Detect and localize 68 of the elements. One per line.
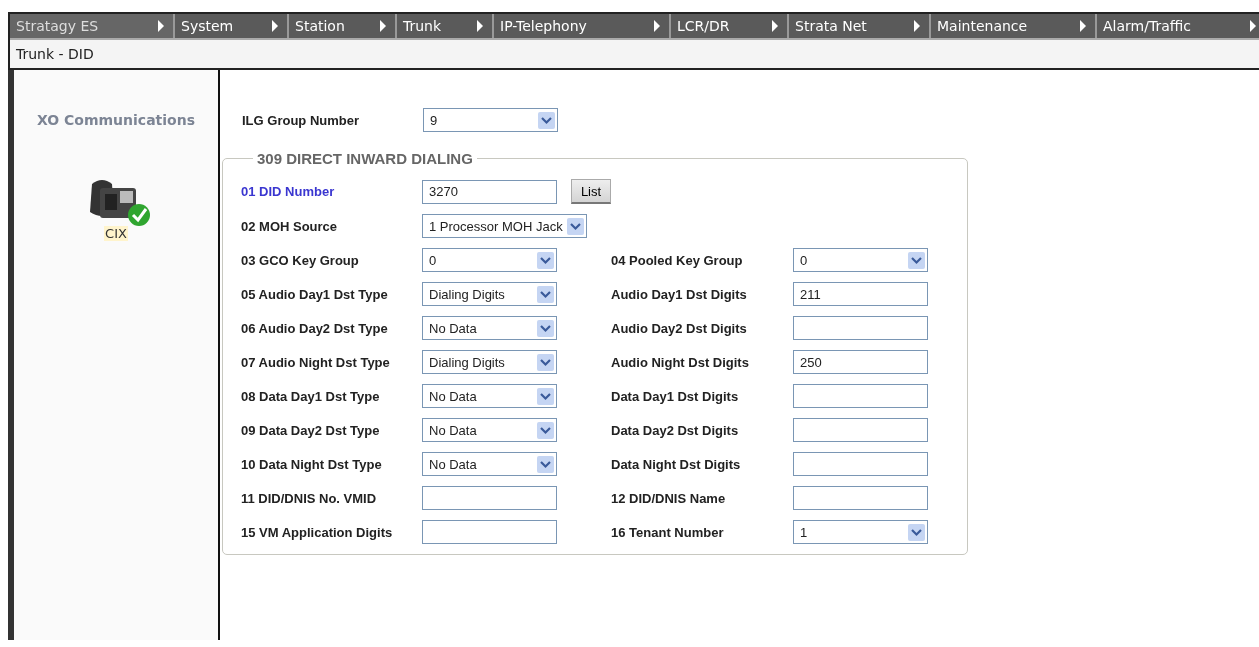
- menu-item[interactable]: Stratagy ES: [10, 14, 175, 38]
- dropdown-icon: [908, 251, 925, 269]
- dropdown-icon: [537, 421, 554, 439]
- breadcrumb: Trunk - DID: [16, 46, 94, 62]
- select-field[interactable]: Dialing Digits: [422, 282, 557, 306]
- input-field[interactable]: [793, 486, 928, 510]
- input-field[interactable]: [793, 418, 928, 442]
- select-field[interactable]: No Data: [422, 452, 557, 476]
- arrow-right-icon: [653, 20, 661, 32]
- field-label: Audio Day2 Dst Digits: [611, 320, 748, 336]
- arrow-right-icon: [271, 20, 279, 32]
- field-label: 08 Data Day1 Dst Type: [241, 388, 381, 404]
- dropdown-icon: [537, 353, 554, 371]
- dropdown-icon: [537, 455, 554, 473]
- field-label: 16 Tenant Number: [611, 524, 725, 540]
- arrow-right-icon: [157, 20, 165, 32]
- select-field[interactable]: 0: [422, 248, 557, 272]
- select-field[interactable]: No Data: [422, 384, 557, 408]
- input-field[interactable]: [422, 520, 557, 544]
- field-label: Audio Day1 Dst Digits: [611, 286, 748, 302]
- sidebar-title: XO Communications: [37, 112, 195, 128]
- field-label: Data Night Dst Digits: [611, 456, 742, 472]
- field-label: 07 Audio Night Dst Type: [241, 354, 391, 370]
- select-field[interactable]: Dialing Digits: [422, 350, 557, 374]
- arrow-right-icon: [771, 20, 779, 32]
- field-label: Data Day2 Dst Digits: [611, 422, 740, 438]
- dropdown-icon: [537, 251, 554, 269]
- arrow-right-icon: [913, 20, 921, 32]
- field-label: 01 DID Number: [241, 184, 336, 199]
- input-field[interactable]: 250: [793, 350, 928, 374]
- input-field[interactable]: 211: [793, 282, 928, 306]
- select-field[interactable]: No Data: [422, 316, 557, 340]
- input-field[interactable]: [422, 486, 557, 510]
- dropdown-icon: [537, 285, 554, 303]
- input-field[interactable]: [793, 452, 928, 476]
- device-label: CIX: [104, 226, 128, 241]
- input-field[interactable]: [793, 384, 928, 408]
- field-label: 12 DID/DNIS Name: [611, 490, 727, 506]
- section-title: 309 DIRECT INWARD DIALING: [256, 150, 474, 167]
- field-label: 11 DID/DNIS No. VMID: [241, 490, 378, 506]
- field-label: 05 Audio Day1 Dst Type: [241, 286, 389, 302]
- field-label: 09 Data Day2 Dst Type: [241, 422, 381, 438]
- arrow-right-icon: [1249, 20, 1257, 32]
- dropdown-icon: [538, 111, 555, 129]
- list-button[interactable]: List: [571, 179, 611, 204]
- dropdown-icon: [566, 217, 584, 235]
- dropdown-icon: [537, 387, 554, 405]
- field-label: Audio Night Dst Digits: [611, 354, 750, 370]
- field-label: 02 MOH Source: [241, 218, 339, 234]
- field-label: 10 Data Night Dst Type: [241, 456, 383, 472]
- dropdown-icon: [537, 319, 554, 337]
- arrow-right-icon: [379, 20, 387, 32]
- field-label: 06 Audio Day2 Dst Type: [241, 320, 389, 336]
- input-field[interactable]: 3270: [422, 179, 557, 204]
- arrow-right-icon: [1079, 20, 1087, 32]
- field-label: 03 GCO Key Group: [241, 252, 360, 268]
- field-label: 04 Pooled Key Group: [611, 252, 744, 268]
- field-label: ILG Group Number: [242, 112, 359, 128]
- arrow-right-icon: [476, 20, 484, 32]
- select-field[interactable]: 9: [423, 108, 558, 132]
- select-field[interactable]: 1: [793, 520, 928, 544]
- select-field[interactable]: 1 Processor MOH Jack: [422, 214, 587, 238]
- select-field[interactable]: No Data: [422, 418, 557, 442]
- input-field[interactable]: [793, 316, 928, 340]
- field-label: Data Day1 Dst Digits: [611, 388, 740, 404]
- select-field[interactable]: 0: [793, 248, 928, 272]
- dropdown-icon: [908, 523, 925, 541]
- field-label: 15 VM Application Digits: [241, 524, 394, 540]
